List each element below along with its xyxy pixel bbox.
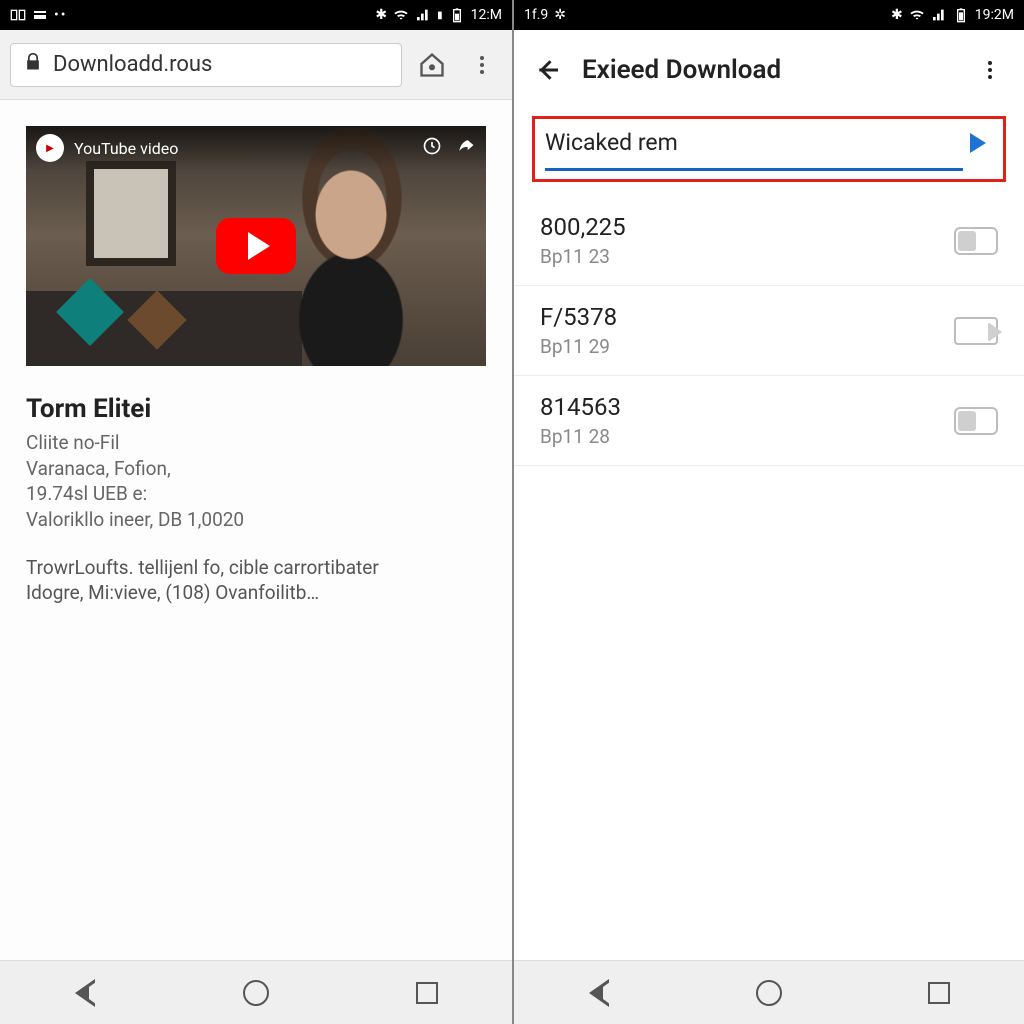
- url-text: Downloadd.rous: [53, 52, 212, 77]
- status-left: 1f.9 ✲: [524, 7, 566, 23]
- system-nav-bar: [0, 960, 512, 1024]
- status-time: 12:M: [471, 7, 502, 23]
- item-subtitle: Bp11 29: [540, 335, 617, 358]
- youtube-logo-icon: ▶: [36, 134, 64, 162]
- home-button[interactable]: [412, 45, 452, 85]
- scene-decor: [86, 161, 176, 266]
- watch-later-icon[interactable]: [422, 136, 442, 160]
- card-icon: [32, 7, 48, 23]
- url-field[interactable]: Downloadd.rous: [10, 43, 402, 87]
- video-meta: Cliite no-Fil Varanaca, Fofion, 19.74sl …: [26, 430, 512, 533]
- status-bar: •• ✱ ▮ 12:M: [0, 0, 512, 30]
- sun-icon: ✲: [554, 7, 566, 23]
- battery-icon: [953, 7, 969, 23]
- search-input[interactable]: Wicaked rem: [545, 125, 963, 171]
- lock-icon: [23, 52, 43, 78]
- youtube-player[interactable]: ▶ YouTube video: [26, 126, 486, 366]
- status-left: ••: [10, 7, 67, 23]
- meta-line: Varanaca, Fofion,: [26, 456, 512, 482]
- send-icon[interactable]: [963, 125, 993, 153]
- nav-home-button[interactable]: [749, 973, 789, 1013]
- player-label: YouTube video: [74, 139, 178, 158]
- meta-line: Valorikllo ineer, DB 1,0020: [26, 507, 512, 533]
- video-description: TrowrLoufts. tellijenl fo, cible carrort…: [26, 555, 486, 606]
- back-button[interactable]: [528, 50, 568, 90]
- status-bar: 1f.9 ✲ ✱ 19:2M: [514, 0, 1024, 30]
- nav-recents-button[interactable]: [407, 973, 447, 1013]
- item-subtitle: Bp11 23: [540, 245, 626, 268]
- phone-right: 1f.9 ✲ ✱ 19:2M Exieed Download Wica: [512, 0, 1024, 1024]
- wifi-icon: [909, 7, 925, 23]
- video-title: Torm Elitei: [26, 394, 512, 424]
- status-right: ✱ 19:2M: [891, 7, 1014, 23]
- item-title: 814563: [540, 393, 621, 421]
- search-field-highlight: Wicaked rem: [532, 116, 1006, 182]
- status-right: ✱ ▮ 12:M: [375, 7, 502, 23]
- network-icon: ▮: [437, 10, 443, 21]
- list-item[interactable]: 814563 Bp11 28: [514, 376, 1024, 466]
- app-bar: Exieed Download: [514, 30, 1024, 110]
- gear-icon: ✱: [891, 7, 903, 23]
- phone-left: •• ✱ ▮ 12:M Downloadd.rous: [0, 0, 512, 1024]
- browser-toolbar: Downloadd.rous: [0, 30, 512, 100]
- wifi-icon: [393, 7, 409, 23]
- page-content: ▶ YouTube video Torm Elitei: [0, 100, 512, 960]
- system-nav-bar: [514, 960, 1024, 1024]
- item-action-toggle[interactable]: [954, 407, 998, 435]
- signal-icon: [931, 7, 947, 23]
- list-item[interactable]: 800,225 Bp11 23: [514, 196, 1024, 286]
- search-text: Wicaked rem: [545, 125, 963, 156]
- player-top-bar: ▶ YouTube video: [26, 126, 486, 170]
- item-title: 800,225: [540, 213, 626, 241]
- input-underline: [545, 168, 963, 171]
- status-left-text: 1f.9: [524, 7, 548, 23]
- more-icon: ••: [54, 7, 67, 23]
- meta-line: Cliite no-Fil: [26, 430, 512, 456]
- battery-icon: [449, 7, 465, 23]
- video-embed[interactable]: ▶ YouTube video: [0, 100, 512, 366]
- spacer: [514, 466, 1024, 960]
- nav-back-button[interactable]: [579, 973, 619, 1013]
- item-title: F/5378: [540, 303, 617, 331]
- desc-line: Idogre, Mi:vieve, (108) Ovanfoilitb…: [26, 580, 486, 606]
- play-button[interactable]: [216, 218, 296, 274]
- results-list: 800,225 Bp11 23 F/5378 Bp11 29 814563 Bp…: [514, 196, 1024, 466]
- item-action-toggle[interactable]: [954, 227, 998, 255]
- overflow-menu-button[interactable]: [970, 50, 1010, 90]
- item-action-play[interactable]: [954, 317, 998, 345]
- item-subtitle: Bp11 28: [540, 425, 621, 448]
- desc-line: TrowrLoufts. tellijenl fo, cible carrort…: [26, 555, 486, 581]
- share-icon[interactable]: [456, 136, 476, 160]
- nav-back-button[interactable]: [65, 973, 105, 1013]
- list-item[interactable]: F/5378 Bp11 29: [514, 286, 1024, 376]
- overflow-menu-button[interactable]: [462, 45, 502, 85]
- nav-recents-button[interactable]: [919, 973, 959, 1013]
- status-time: 19:2M: [975, 7, 1014, 23]
- gear-icon: ✱: [375, 7, 387, 23]
- app-title: Exieed Download: [582, 55, 956, 85]
- meta-line: 19.74sl UEB e:: [26, 481, 512, 507]
- notif-icon: [10, 7, 26, 23]
- nav-home-button[interactable]: [236, 973, 276, 1013]
- signal-icon: [415, 7, 431, 23]
